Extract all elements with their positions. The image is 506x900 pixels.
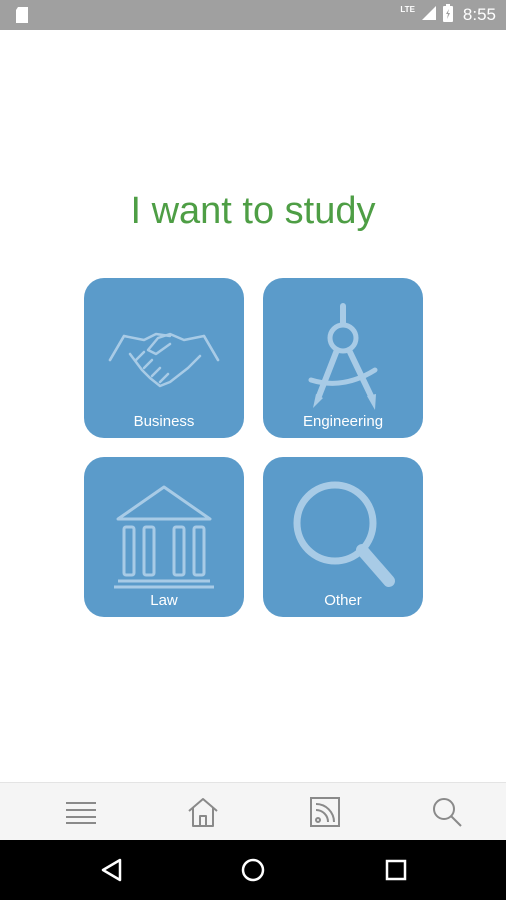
category-label: Business: [133, 413, 195, 430]
back-button[interactable]: [72, 840, 152, 900]
home-icon: [188, 798, 218, 827]
system-home-button[interactable]: [213, 840, 293, 900]
category-tile-other[interactable]: Other: [263, 457, 423, 617]
rss-icon: [310, 797, 340, 827]
system-navigation-bar: [0, 840, 506, 900]
clock: 8:55: [462, 5, 496, 24]
category-tile-business[interactable]: Business: [84, 278, 244, 438]
category-label: Engineering: [302, 413, 384, 430]
home-circle-icon: [241, 858, 265, 882]
search-icon: [433, 798, 462, 827]
status-bar: LTE 8:55: [0, 0, 506, 30]
menu-icon: [66, 802, 96, 824]
home-button[interactable]: [140, 783, 266, 841]
bottom-navigation: [0, 782, 506, 841]
battery-icon: [442, 3, 453, 27]
sd-card-icon: [14, 6, 30, 29]
category-label: Other: [324, 592, 362, 609]
back-icon: [101, 858, 122, 882]
recents-button[interactable]: [356, 840, 436, 900]
feed-button[interactable]: [262, 783, 388, 841]
category-label: Law: [150, 592, 178, 609]
search-button[interactable]: [384, 783, 506, 841]
network-type: LTE: [400, 5, 415, 14]
recents-icon: [385, 859, 407, 881]
category-tile-law[interactable]: Law: [84, 457, 244, 617]
signal-icon: [421, 5, 437, 26]
menu-button[interactable]: [18, 783, 144, 841]
page-title: I want to study: [130, 190, 376, 232]
category-tile-engineering[interactable]: Engineering: [263, 278, 423, 438]
